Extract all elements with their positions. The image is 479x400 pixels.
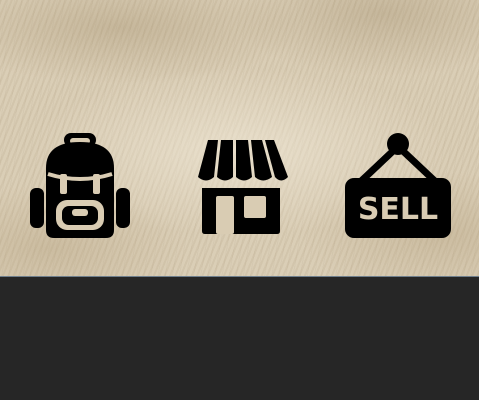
store-icon[interactable] bbox=[184, 130, 296, 242]
dark-footer-panel bbox=[0, 277, 479, 400]
sell-sign-icon[interactable]: SELL bbox=[340, 130, 456, 242]
fur-texture-banner: SELL bbox=[0, 0, 479, 277]
screen: SELL bbox=[0, 0, 479, 400]
backpack-icon[interactable] bbox=[24, 130, 136, 242]
sell-sign-text: SELL bbox=[358, 192, 438, 227]
